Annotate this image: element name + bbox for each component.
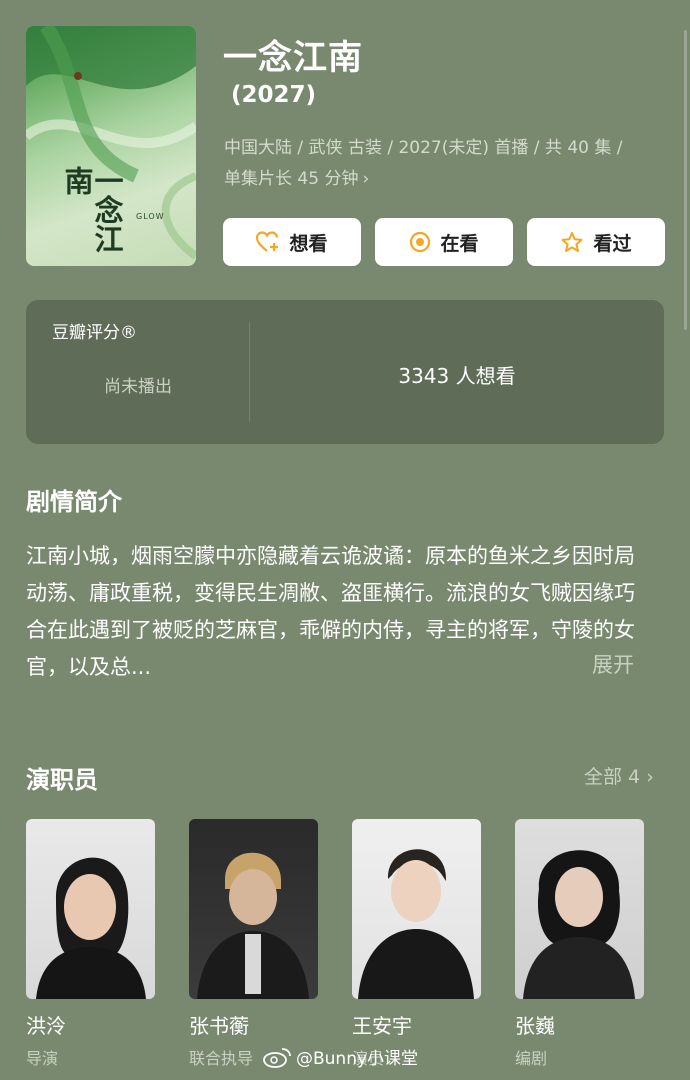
meta-line-2: 单集片长 45 分钟 › [224, 169, 370, 189]
cast-name-1[interactable]: 洪泠 [26, 1010, 66, 1039]
poster-image[interactable]: 一念江南 GLOW [26, 26, 196, 266]
chevron-right-icon: › [646, 766, 654, 788]
show-title: 一念江南 [223, 38, 363, 78]
person-photo-2 [197, 852, 309, 999]
cast-name-3[interactable]: 王安宇 [352, 1010, 412, 1039]
cast-photo-3[interactable] [352, 819, 481, 999]
person-photo-4 [523, 850, 635, 999]
eye-target-icon [410, 231, 431, 253]
person-photo-1 [36, 857, 146, 999]
want-label: 想看 [289, 232, 328, 255]
cast-role-1: 导演 [26, 1049, 59, 1068]
cast-photo-1[interactable] [26, 819, 155, 999]
star-icon [561, 231, 583, 252]
watching-button[interactable]: 在看 [375, 218, 513, 266]
cast-name-2[interactable]: 张书蘅 [189, 1010, 249, 1039]
poster-tag: GLOW [136, 212, 165, 221]
rating-status: 尚未播出 [104, 377, 172, 397]
want-button[interactable]: 想看 [223, 218, 361, 266]
watermark: @Bunny小课堂 [262, 1044, 418, 1069]
heart-plus-icon [256, 231, 279, 252]
synopsis-text: 江南小城，烟雨空朦中亦隐藏着云诡波谲：原本的鱼米之乡因时局动荡、庸政重税，变得民… [26, 544, 635, 679]
rating-label: 豆瓣评分® [52, 323, 137, 343]
person-photo-3 [358, 849, 474, 999]
scrollbar[interactable] [684, 30, 687, 330]
poster-title: 一念江南 [60, 166, 124, 253]
rating-card[interactable]: 豆瓣评分® 尚未播出 3343 人想看 [26, 300, 664, 444]
cast-photo-2[interactable] [189, 819, 318, 999]
cast-role-2: 联合执导 [189, 1049, 254, 1068]
watched-label: 看过 [593, 232, 632, 255]
wish-count: 3343 人想看 [398, 364, 516, 388]
cast-name-4[interactable]: 张巍 [515, 1010, 555, 1039]
watching-label: 在看 [440, 232, 479, 255]
meta-line-1: 中国大陆 / 武侠 古装 / 2027(未定) 首播 / 共 40 集 / [224, 138, 623, 158]
synopsis-heading: 剧情简介 [26, 488, 122, 516]
watermark-text: @Bunny小课堂 [296, 1049, 419, 1069]
cast-photo-4[interactable] [515, 819, 644, 999]
cast-all-link[interactable]: 全部 4 › [584, 762, 654, 789]
chevron-right-icon: › [362, 169, 370, 189]
show-meta[interactable]: 中国大陆 / 武侠 古装 / 2027(未定) 首播 / 共 40 集 / 单集… [224, 133, 664, 195]
show-year: (2027) [231, 82, 317, 108]
expand-link[interactable]: 展开 [592, 649, 634, 679]
watched-button[interactable]: 看过 [527, 218, 665, 266]
cast-heading: 演职员 [26, 766, 98, 794]
cast-role-4: 编剧 [515, 1049, 548, 1068]
weibo-icon [263, 1047, 291, 1068]
